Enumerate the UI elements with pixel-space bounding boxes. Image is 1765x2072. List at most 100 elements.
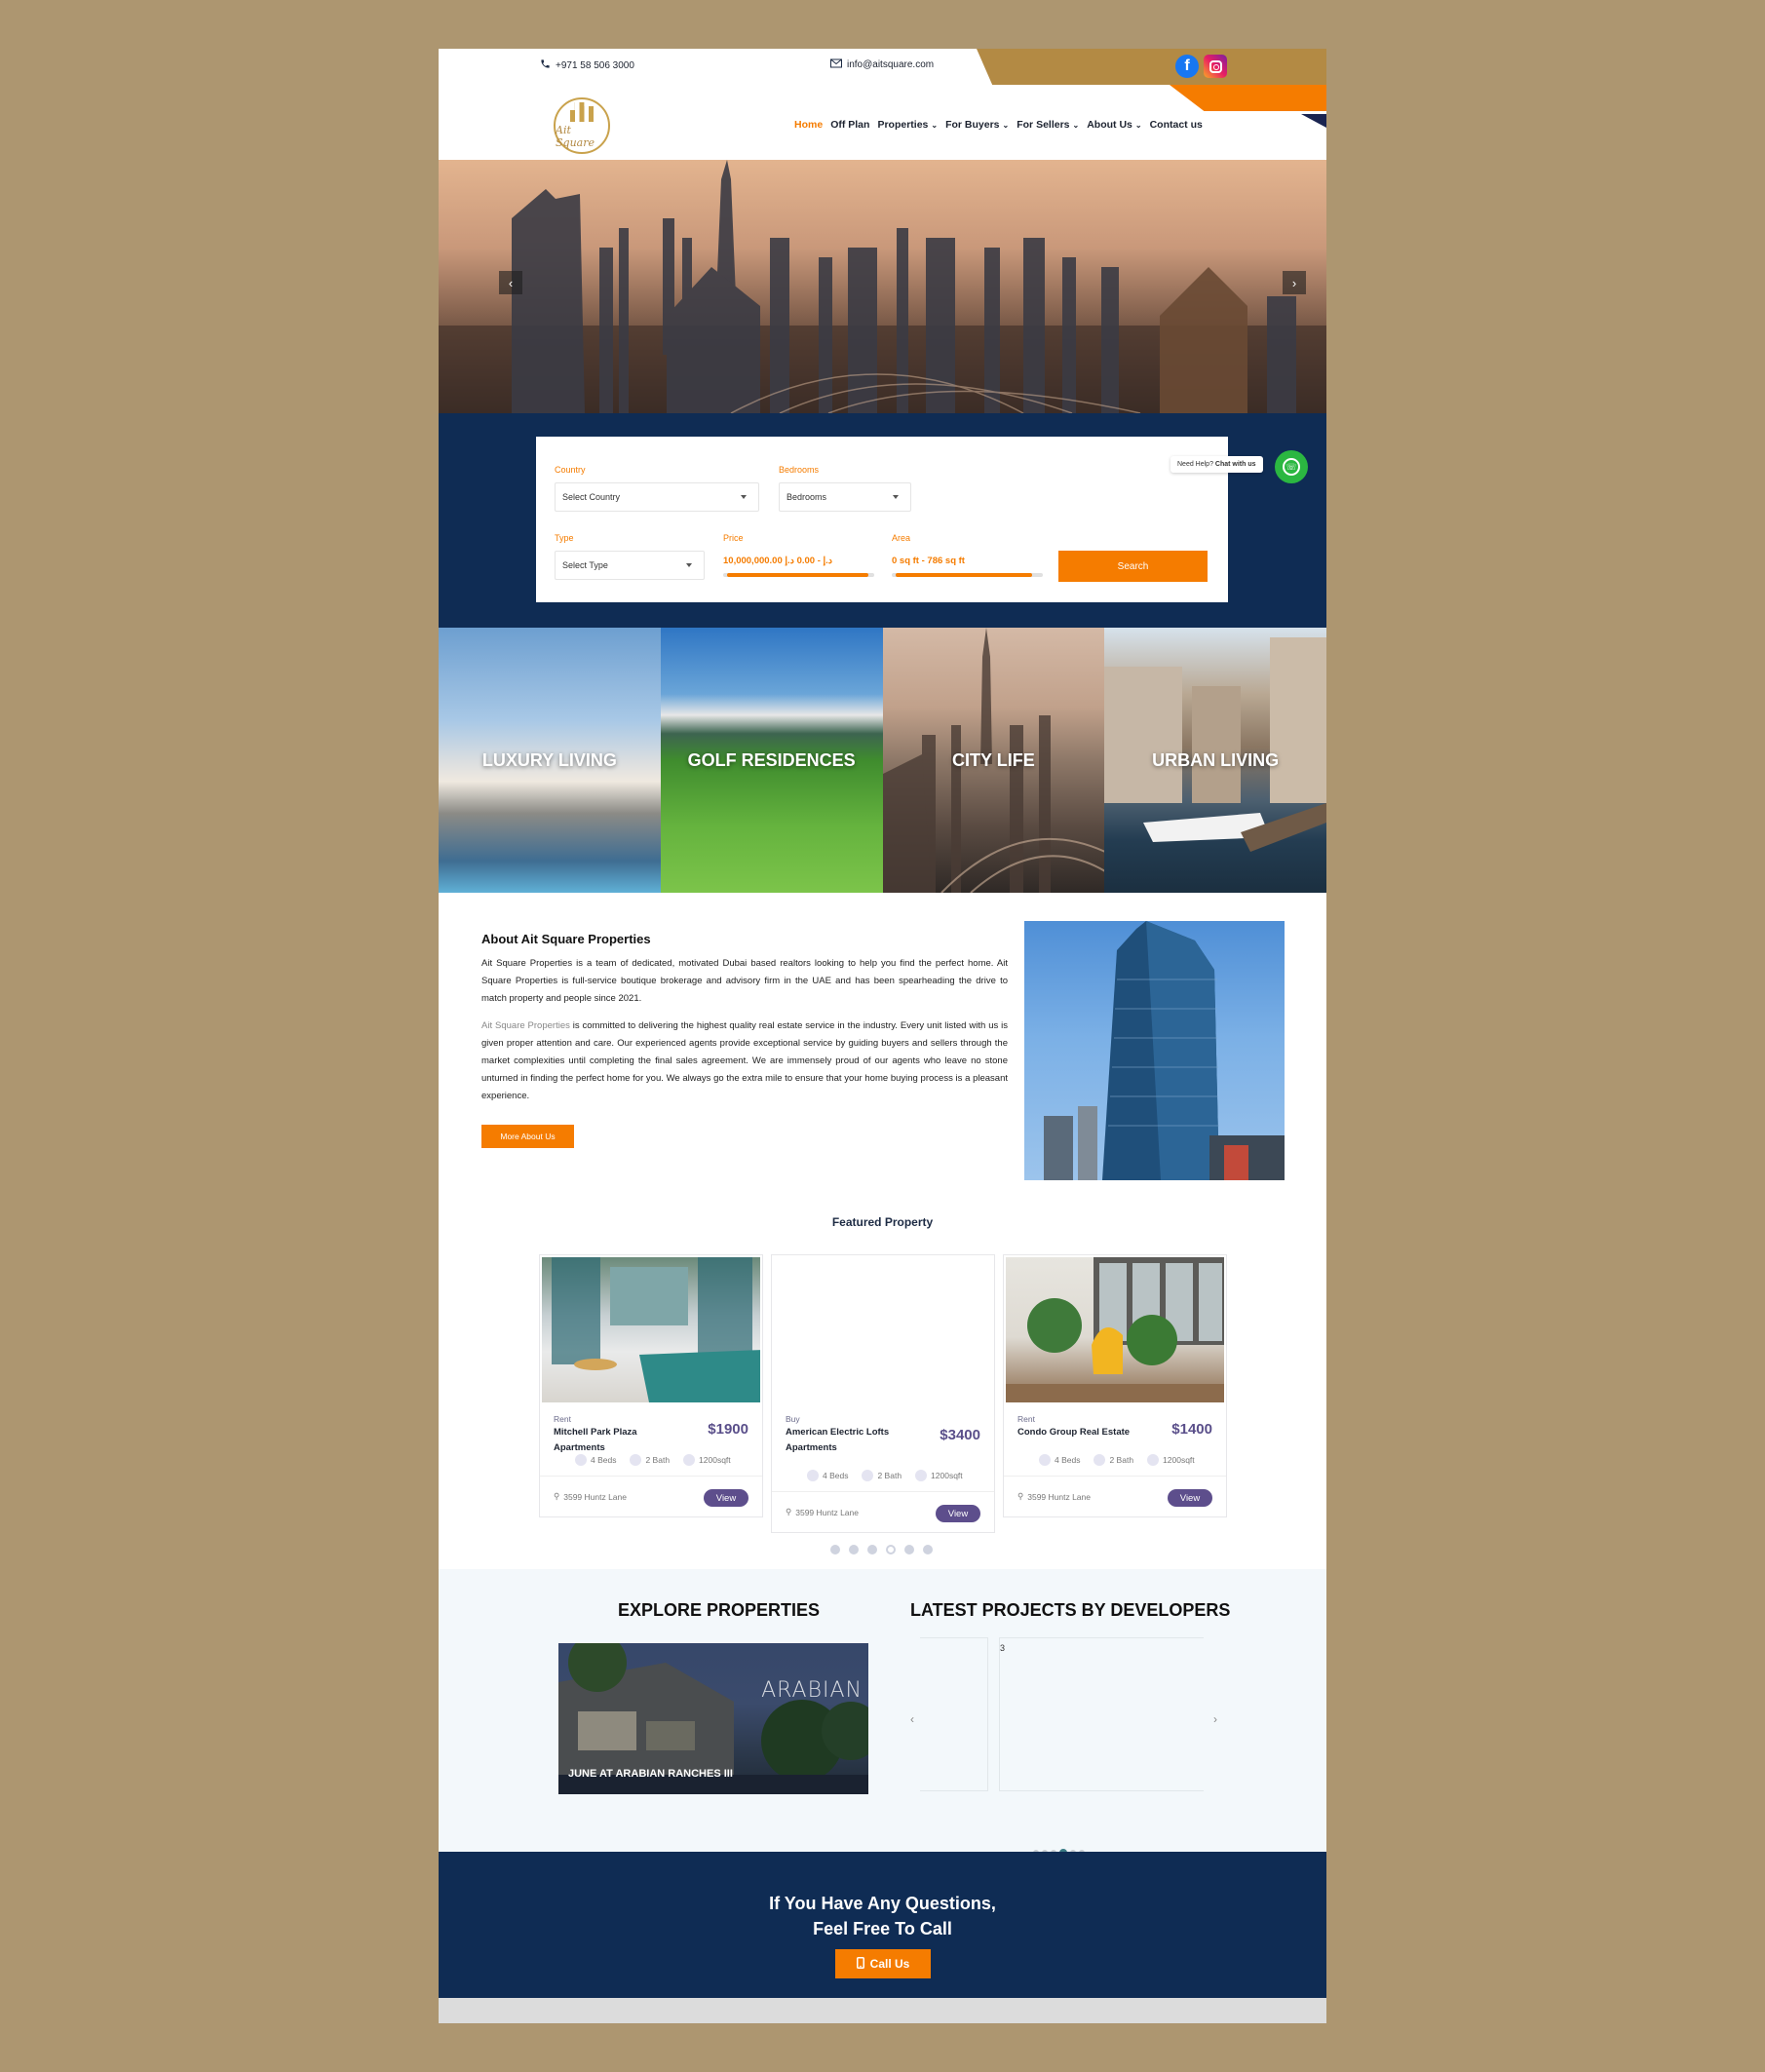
property-name[interactable]: Condo Group Real Estate [1017, 1425, 1154, 1440]
facebook-icon[interactable]: f [1175, 55, 1199, 78]
view-button[interactable]: View [1168, 1489, 1212, 1507]
nav-about-us[interactable]: About Us ⌄ [1087, 119, 1141, 131]
area-feature: 1200sqft [683, 1454, 731, 1466]
property-price: $1400 [1171, 1421, 1212, 1438]
area-text: 1200sqft [699, 1455, 731, 1465]
beds-text: 4 Beds [1055, 1455, 1081, 1465]
hero-next-button[interactable]: › [1283, 271, 1306, 294]
projects-title: LATEST PROJECTS BY DEVELOPERS [910, 1600, 1231, 1620]
property-image [542, 1257, 760, 1402]
property-type: Rent [1017, 1414, 1035, 1424]
property-name[interactable]: American Electric Lofts Apartments [786, 1425, 922, 1456]
site-logo[interactable]: Ait Square [554, 97, 610, 154]
property-card[interactable]: Rent Condo Group Real Estate $1400 4 Bed… [1003, 1254, 1227, 1517]
type-select[interactable]: Select Type [555, 551, 705, 580]
country-select-value: Select Country [562, 492, 621, 502]
chat-help-bubble[interactable]: Need Help? Chat with us [1170, 456, 1263, 473]
card-divider [540, 1476, 762, 1477]
view-button[interactable]: View [704, 1489, 748, 1507]
hero-prev-button[interactable]: ‹ [499, 271, 522, 294]
carousel-dot[interactable] [904, 1545, 914, 1554]
chevron-down-icon: ⌄ [1134, 120, 1142, 130]
area-text: 1200sqft [931, 1471, 963, 1480]
area-range-value: 0 sq ft - 786 sq ft [892, 556, 965, 566]
about-brand-link[interactable]: Ait Square Properties [481, 1020, 570, 1031]
header-orange-band [1170, 85, 1326, 111]
carousel-dot[interactable] [923, 1545, 933, 1554]
nav-properties[interactable]: Properties ⌄ [877, 119, 938, 131]
nav-home[interactable]: Home [794, 119, 823, 131]
header: +971 58 506 3000 info@aitsquare.com f Ai… [439, 49, 1326, 160]
carousel-dot[interactable] [830, 1545, 840, 1554]
beds-text: 4 Beds [591, 1455, 617, 1465]
nav-label: For Buyers [945, 119, 1000, 131]
bed-icon [575, 1454, 587, 1466]
view-button[interactable]: View [936, 1505, 980, 1522]
explore-caption: JUNE AT ARABIAN RANCHES III [568, 1768, 733, 1780]
carousel-dot-active[interactable] [886, 1545, 896, 1554]
caret-down-icon [741, 495, 747, 499]
mail-icon [830, 58, 842, 71]
footer-strip [439, 1998, 1326, 2023]
nav-label: Contact us [1149, 119, 1203, 131]
main-nav: Home Off Plan Properties ⌄ For Buyers ⌄ Fo… [794, 119, 1210, 131]
email-contact[interactable]: info@aitsquare.com [830, 58, 934, 71]
bedrooms-label: Bedrooms [779, 465, 820, 475]
project-card-partial[interactable] [920, 1637, 988, 1791]
property-features: 4 Beds 2 Bath 1200sqft [807, 1470, 963, 1481]
search-section: Country Select Country Bedrooms Bedrooms… [439, 413, 1326, 628]
property-card[interactable]: Buy American Electric Lofts Apartments $… [771, 1254, 995, 1533]
about-paragraph-2: Ait Square Properties is committed to de… [481, 1017, 1008, 1105]
price-label: Price [723, 533, 744, 543]
chevron-right-icon[interactable]: › [1213, 1712, 1217, 1726]
area-icon [1147, 1454, 1160, 1466]
area-label: Area [892, 533, 911, 543]
chevron-down-icon: ⌄ [931, 120, 939, 130]
chevron-left-icon[interactable]: ‹ [910, 1712, 914, 1726]
area-slider[interactable] [896, 573, 1032, 577]
carousel-dot[interactable] [849, 1545, 859, 1554]
nav-for-sellers[interactable]: For Sellers ⌄ [1017, 119, 1079, 131]
tile-city-life[interactable]: CITY LIFE [882, 628, 1105, 893]
explore-property-card[interactable]: ARABIAN JUNE AT ARABIAN RANCHES III [558, 1643, 868, 1794]
price-range-value: 10,000,000.00 د.إ - 0.00 د.إ [723, 556, 833, 566]
property-name[interactable]: Mitchell Park Plaza Apartments [554, 1425, 690, 1456]
bath-text: 2 Bath [645, 1455, 671, 1465]
type-label: Type [555, 533, 574, 543]
property-price: $1900 [708, 1421, 748, 1438]
more-about-us-button[interactable]: More About Us [481, 1125, 574, 1148]
tile-luxury-living[interactable]: LUXURY LIVING [439, 628, 661, 893]
search-button[interactable]: Search [1058, 551, 1208, 582]
nav-label: About Us [1087, 119, 1132, 131]
carousel-dot[interactable] [867, 1545, 877, 1554]
property-card[interactable]: Rent Mitchell Park Plaza Apartments $190… [539, 1254, 763, 1517]
bedrooms-select[interactable]: Bedrooms [779, 482, 911, 512]
call-us-button[interactable]: Call Us [835, 1949, 931, 1978]
area-icon [683, 1454, 696, 1466]
explore-section: EXPLORE PROPERTIES ARABIAN JUNE AT ARABI… [439, 1569, 1326, 1857]
tile-urban-living[interactable]: URBAN LIVING [1104, 628, 1326, 893]
bath-text: 2 Bath [1109, 1455, 1134, 1465]
property-type: Rent [554, 1414, 571, 1424]
nav-contact-us[interactable]: Contact us [1150, 119, 1203, 131]
beds-feature: 4 Beds [1039, 1454, 1080, 1466]
whatsapp-button[interactable]: ☏ [1275, 450, 1308, 483]
phone-contact[interactable]: +971 58 506 3000 [540, 58, 634, 72]
cta-line-1: If You Have Any Questions, [769, 1894, 996, 1913]
nav-off-plan[interactable]: Off Plan [830, 119, 869, 131]
hero-skyline-image [439, 160, 1326, 413]
property-image [1006, 1257, 1224, 1402]
property-location: ⚲ 3599 Huntz Lane [554, 1491, 627, 1502]
instagram-icon[interactable] [1204, 55, 1227, 78]
about-title: About Ait Square Properties [481, 932, 651, 946]
about-tower-image [1024, 921, 1285, 1180]
nav-for-buyers[interactable]: For Buyers ⌄ [945, 119, 1009, 131]
tile-golf-residences[interactable]: GOLF RESIDENCES [660, 628, 883, 893]
price-slider[interactable] [727, 573, 868, 577]
project-card[interactable] [999, 1637, 1204, 1791]
country-select[interactable]: Select Country [555, 482, 759, 512]
bed-icon [1039, 1454, 1051, 1466]
type-select-value: Select Type [562, 560, 608, 570]
header-navy-corner [1301, 114, 1326, 128]
logo-building-icon [570, 102, 594, 122]
